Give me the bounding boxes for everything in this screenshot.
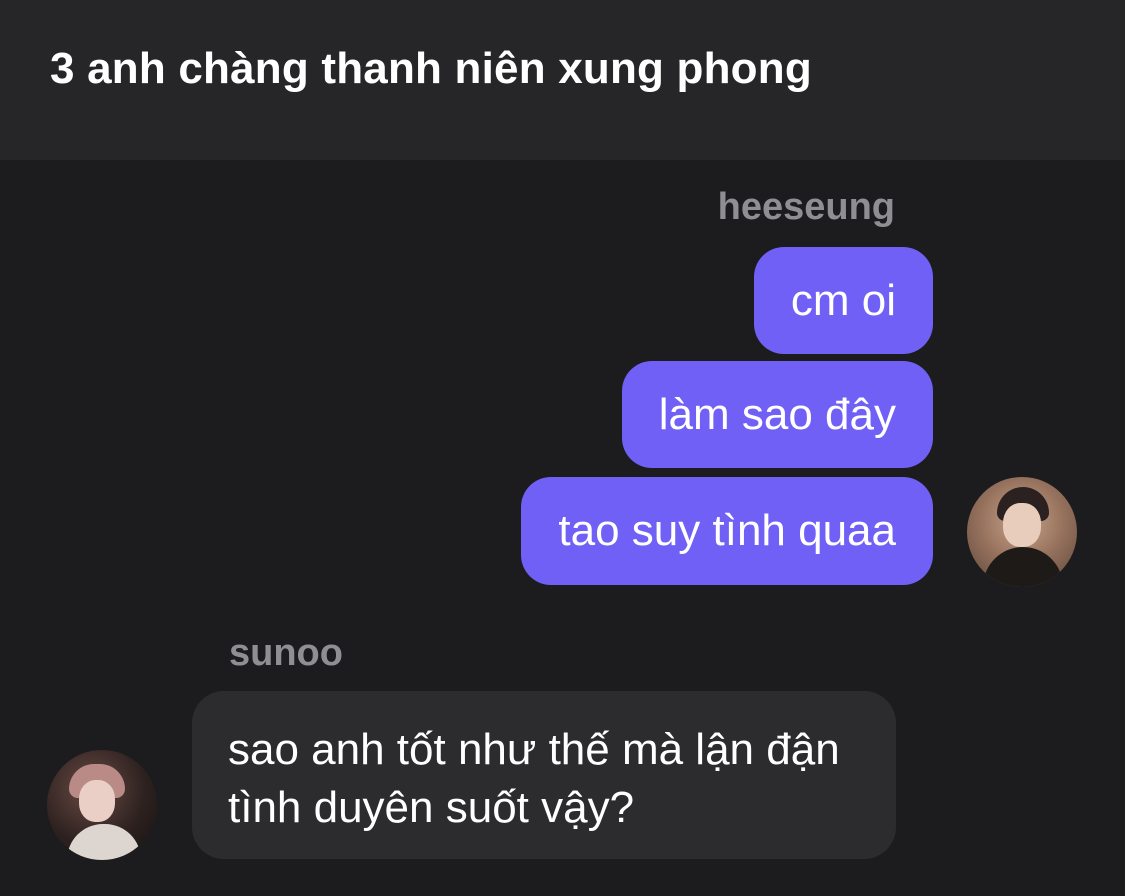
chat-header: 3 anh chàng thanh niên xung phong [0,0,1125,160]
chat-screen: 3 anh chàng thanh niên xung phong heeseu… [0,0,1125,896]
avatar-heeseung[interactable] [967,477,1077,587]
message-bubble-outgoing[interactable]: tao suy tình quaa [521,477,933,585]
avatar-sunoo[interactable] [47,750,157,860]
avatar-face [79,780,115,822]
avatar-face [1003,503,1041,547]
sender-name-heeseung: heeseung [717,186,895,228]
chat-title[interactable]: 3 anh chàng thanh niên xung phong [50,44,812,94]
message-bubble-outgoing[interactable]: cm oi [753,247,933,354]
message-bubble-outgoing[interactable]: làm sao đây [621,361,933,468]
avatar-body [983,547,1063,587]
sender-name-sunoo: sunoo [229,632,343,674]
avatar-body [67,824,141,860]
message-bubble-incoming[interactable]: sao anh tốt như thế mà lận đận tình duyê… [192,691,896,859]
